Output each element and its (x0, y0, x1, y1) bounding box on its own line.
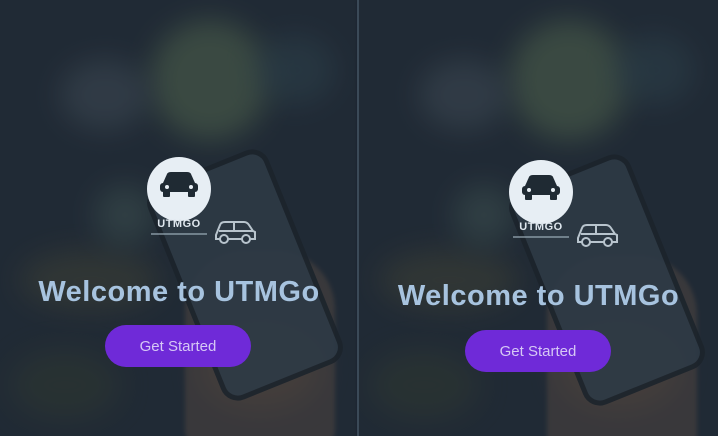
welcome-title: Welcome to UTMGo (397, 280, 680, 312)
car-outline-icon (577, 224, 618, 247)
app-logo: UTMGO (509, 160, 573, 238)
welcome-title: Welcome to UTMGo (38, 276, 320, 308)
car-icon (522, 175, 560, 200)
brand-tagline (151, 233, 207, 235)
welcome-screen-left: UTMGO Welcome to UTMGo Get Started (0, 0, 358, 436)
brand-name: UTMGO (157, 218, 201, 230)
welcome-screen-right: UTMGO Welcome to UTMGo Get Started (359, 0, 718, 436)
brand-tagline (513, 236, 569, 238)
car-outline-icon (215, 221, 256, 244)
get-started-button[interactable]: Get Started (465, 330, 611, 372)
car-icon (160, 172, 198, 197)
get-started-button[interactable]: Get Started (105, 325, 251, 367)
brand-name: UTMGO (519, 221, 563, 233)
app-logo: UTMGO (147, 157, 211, 235)
app-window: UTMGO Welcome to UTMGo Get Started UTMGO… (0, 0, 718, 436)
